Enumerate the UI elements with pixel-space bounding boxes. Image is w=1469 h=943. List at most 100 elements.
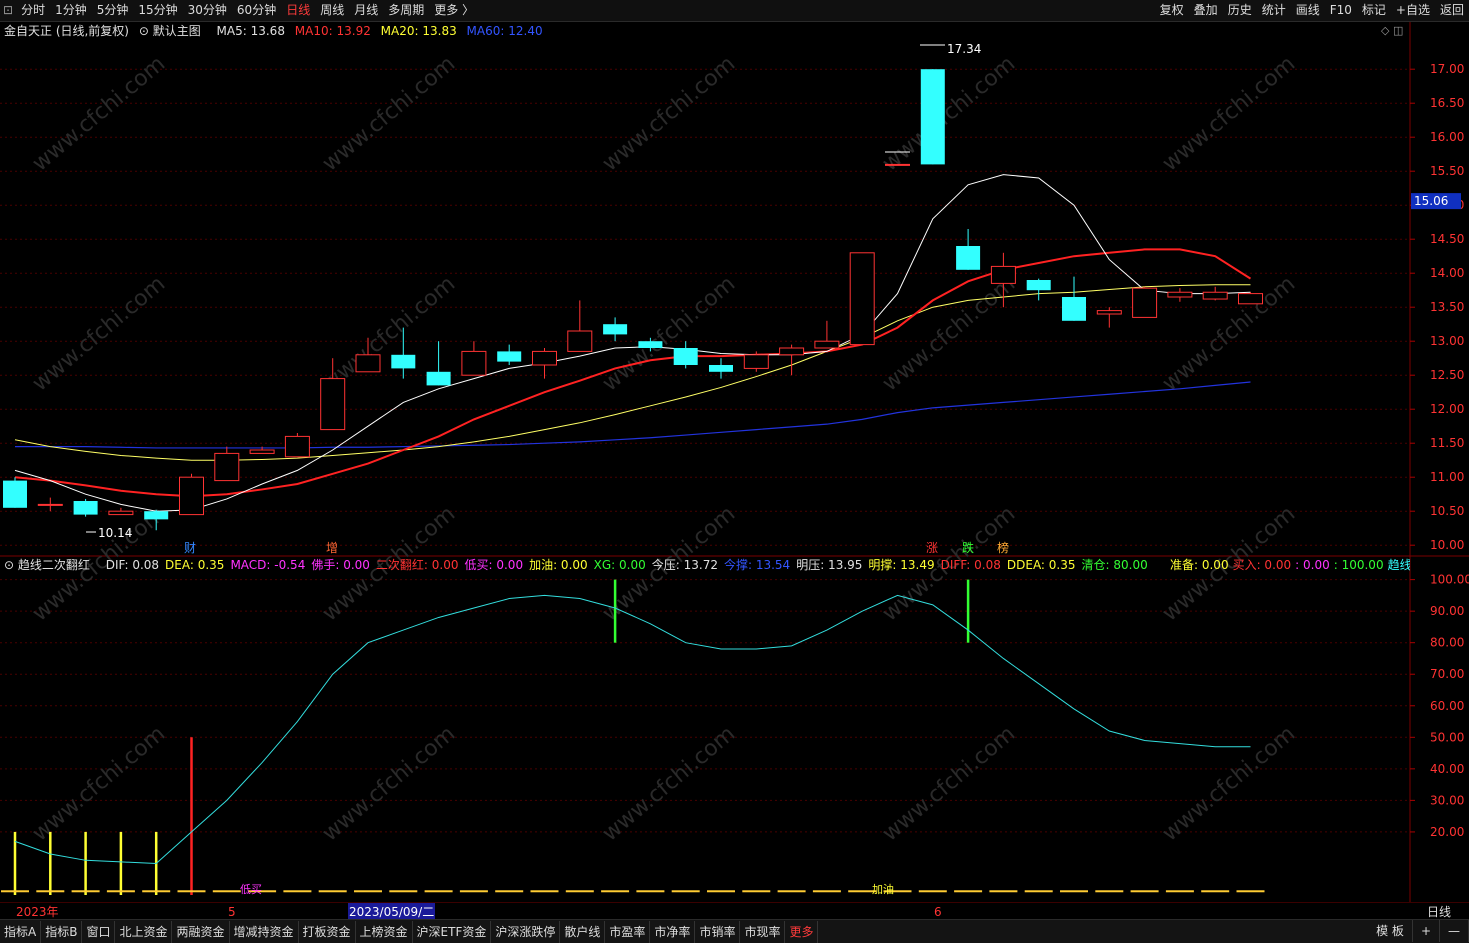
candle (284, 433, 310, 458)
candle (885, 163, 910, 166)
low-label: 10.14 (98, 526, 132, 540)
price-tick-label: 13.50 (1430, 300, 1464, 314)
tool-button-3[interactable]: 统计 (1257, 0, 1291, 21)
period-tab-8[interactable]: 月线 (349, 0, 383, 21)
watermark-text: www.cfchi.com (1158, 51, 1300, 176)
base-bar (1095, 890, 1124, 893)
base-bar (565, 890, 594, 893)
indicator-button-4[interactable]: 两融资金 (172, 920, 230, 943)
indicator-button-5[interactable]: 增减持资金 (230, 920, 299, 943)
candle (1096, 307, 1122, 328)
period-tab-9[interactable]: 多周期 (383, 0, 429, 21)
indicator-button-12[interactable]: 市净率 (650, 920, 696, 943)
tool-button-0[interactable]: 复权 (1155, 0, 1189, 21)
price-tick-label: 14.50 (1430, 232, 1464, 246)
candle (214, 446, 240, 482)
sub-value-8: 今压: 13.72 (651, 558, 718, 572)
period-tab-3[interactable]: 15分钟 (133, 0, 182, 21)
candle (461, 341, 487, 376)
candle-body (391, 354, 416, 369)
period-tab-7[interactable]: 周线 (315, 0, 349, 21)
indicator-button-11[interactable]: 市盈率 (605, 920, 651, 943)
tool-button-5[interactable]: F10 (1325, 0, 1357, 21)
indicator-button-15[interactable]: 更多 (785, 920, 819, 943)
tool-button-8[interactable]: 返回 (1435, 0, 1469, 21)
candle-body (1132, 287, 1158, 318)
base-bar (1060, 890, 1088, 893)
sub-right-value-3: : 100.00 (1333, 558, 1384, 572)
base-bar (495, 890, 524, 893)
tool-button-4[interactable]: 画线 (1291, 0, 1325, 21)
candle-body (885, 163, 910, 166)
indicator-button-10[interactable]: 散户线 (560, 920, 606, 943)
price-tick-label: 10.00 (1430, 538, 1464, 552)
candle-body (284, 435, 310, 458)
sub-value-14: 清仓: 80.00 (1081, 558, 1148, 572)
period-tab-4[interactable]: 30分钟 (183, 0, 232, 21)
base-bar (36, 890, 65, 893)
indicator-button-9[interactable]: 沪深涨跌停 (491, 920, 561, 943)
indicator-button-8[interactable]: 沪深ETF资金 (413, 920, 492, 943)
price-tick-label: 16.50 (1430, 96, 1464, 110)
indicator-button-7[interactable]: 上榜资金 (356, 920, 413, 943)
indicator-button-13[interactable]: 市销率 (695, 920, 741, 943)
period-tab-0[interactable]: 分时 (16, 0, 50, 21)
base-bar (1201, 890, 1230, 893)
tool-button-6[interactable]: 标记 (1357, 0, 1391, 21)
period-tab-6[interactable]: 日线 (281, 0, 315, 21)
price-tick-label: 12.00 (1430, 402, 1464, 416)
base-bar (954, 890, 983, 893)
moving-averages (14, 174, 1252, 512)
period-tab-5[interactable]: 60分钟 (232, 0, 281, 21)
watermark-text: www.cfchi.com (1158, 721, 1300, 846)
candle (73, 498, 98, 517)
tool-button-1[interactable]: 叠加 (1189, 0, 1223, 21)
base-bar (283, 890, 312, 893)
indicator-button-3[interactable]: 北上资金 (115, 920, 173, 943)
watermark-text: www.cfchi.com (878, 721, 1020, 846)
date-axis: 2023年 5 2023/05/09/二 6 日线 (0, 902, 1469, 920)
template-control-2[interactable]: — (1440, 920, 1469, 942)
toolbar-collapse-icon[interactable]: ⊡ (0, 0, 16, 21)
template-select[interactable]: ⊙ 默认主图 (139, 24, 207, 38)
sub-value-4: 二次翻红: 0.00 (375, 558, 459, 572)
template-control-0[interactable]: 模 板 (1368, 920, 1413, 942)
high-label: 17.34 (947, 42, 981, 56)
date-june: 6 (934, 904, 942, 919)
base-bar (71, 890, 100, 893)
indicator-button-14[interactable]: 市现率 (740, 920, 786, 943)
base-bar (424, 890, 453, 893)
price-tick-label: 11.50 (1430, 436, 1464, 450)
event-marker-0: 财 (184, 541, 196, 555)
candle-body (673, 348, 698, 365)
tool-button-2[interactable]: 历史 (1223, 0, 1257, 21)
sub-tick-label: 70.00 (1430, 667, 1464, 681)
candle (673, 341, 698, 369)
kline-chart[interactable]: www.cfchi.com www.cfchi.com www.cfchi.com w… (0, 22, 1469, 902)
date-may: 5 (228, 904, 236, 919)
base-bar (1024, 890, 1053, 893)
indicator-buttons: 指标A 指标B 窗口 北上资金 两融资金 增减持资金 打板资金 上榜资金 沪深ETF资金 沪深涨跌… (0, 920, 819, 943)
candle-body (709, 365, 733, 372)
candle-body (461, 350, 487, 376)
period-tab-10[interactable]: 更多 〉 (429, 0, 479, 21)
base-bar (601, 890, 630, 893)
tool-button-7[interactable]: +自选 (1391, 0, 1435, 21)
event-marker-1: 增 (326, 541, 338, 555)
sub-value-1: DEA: 0.35 (165, 558, 225, 572)
template-control-1[interactable]: + (1413, 920, 1440, 942)
indicator-button-6[interactable]: 打板资金 (299, 920, 356, 943)
base-bar (1236, 890, 1265, 893)
indicator-button-2[interactable]: 窗口 (82, 920, 116, 943)
candle-body (1167, 291, 1193, 298)
period-tab-2[interactable]: 5分钟 (92, 0, 134, 21)
watermark-text: www.cfchi.com (318, 51, 460, 176)
price-tick-label: 10.50 (1430, 504, 1464, 518)
indicator-button-1[interactable]: 指标B (41, 920, 83, 943)
candle (1132, 286, 1158, 318)
period-tab-1[interactable]: 1分钟 (50, 0, 92, 21)
sub-indicator-select[interactable]: ⊙ 趋线二次翻红 (4, 558, 96, 572)
candle-body (532, 350, 557, 366)
panel-controls[interactable]: ◇ ◫ (1381, 24, 1403, 37)
indicator-button-0[interactable]: 指标A (0, 920, 42, 943)
